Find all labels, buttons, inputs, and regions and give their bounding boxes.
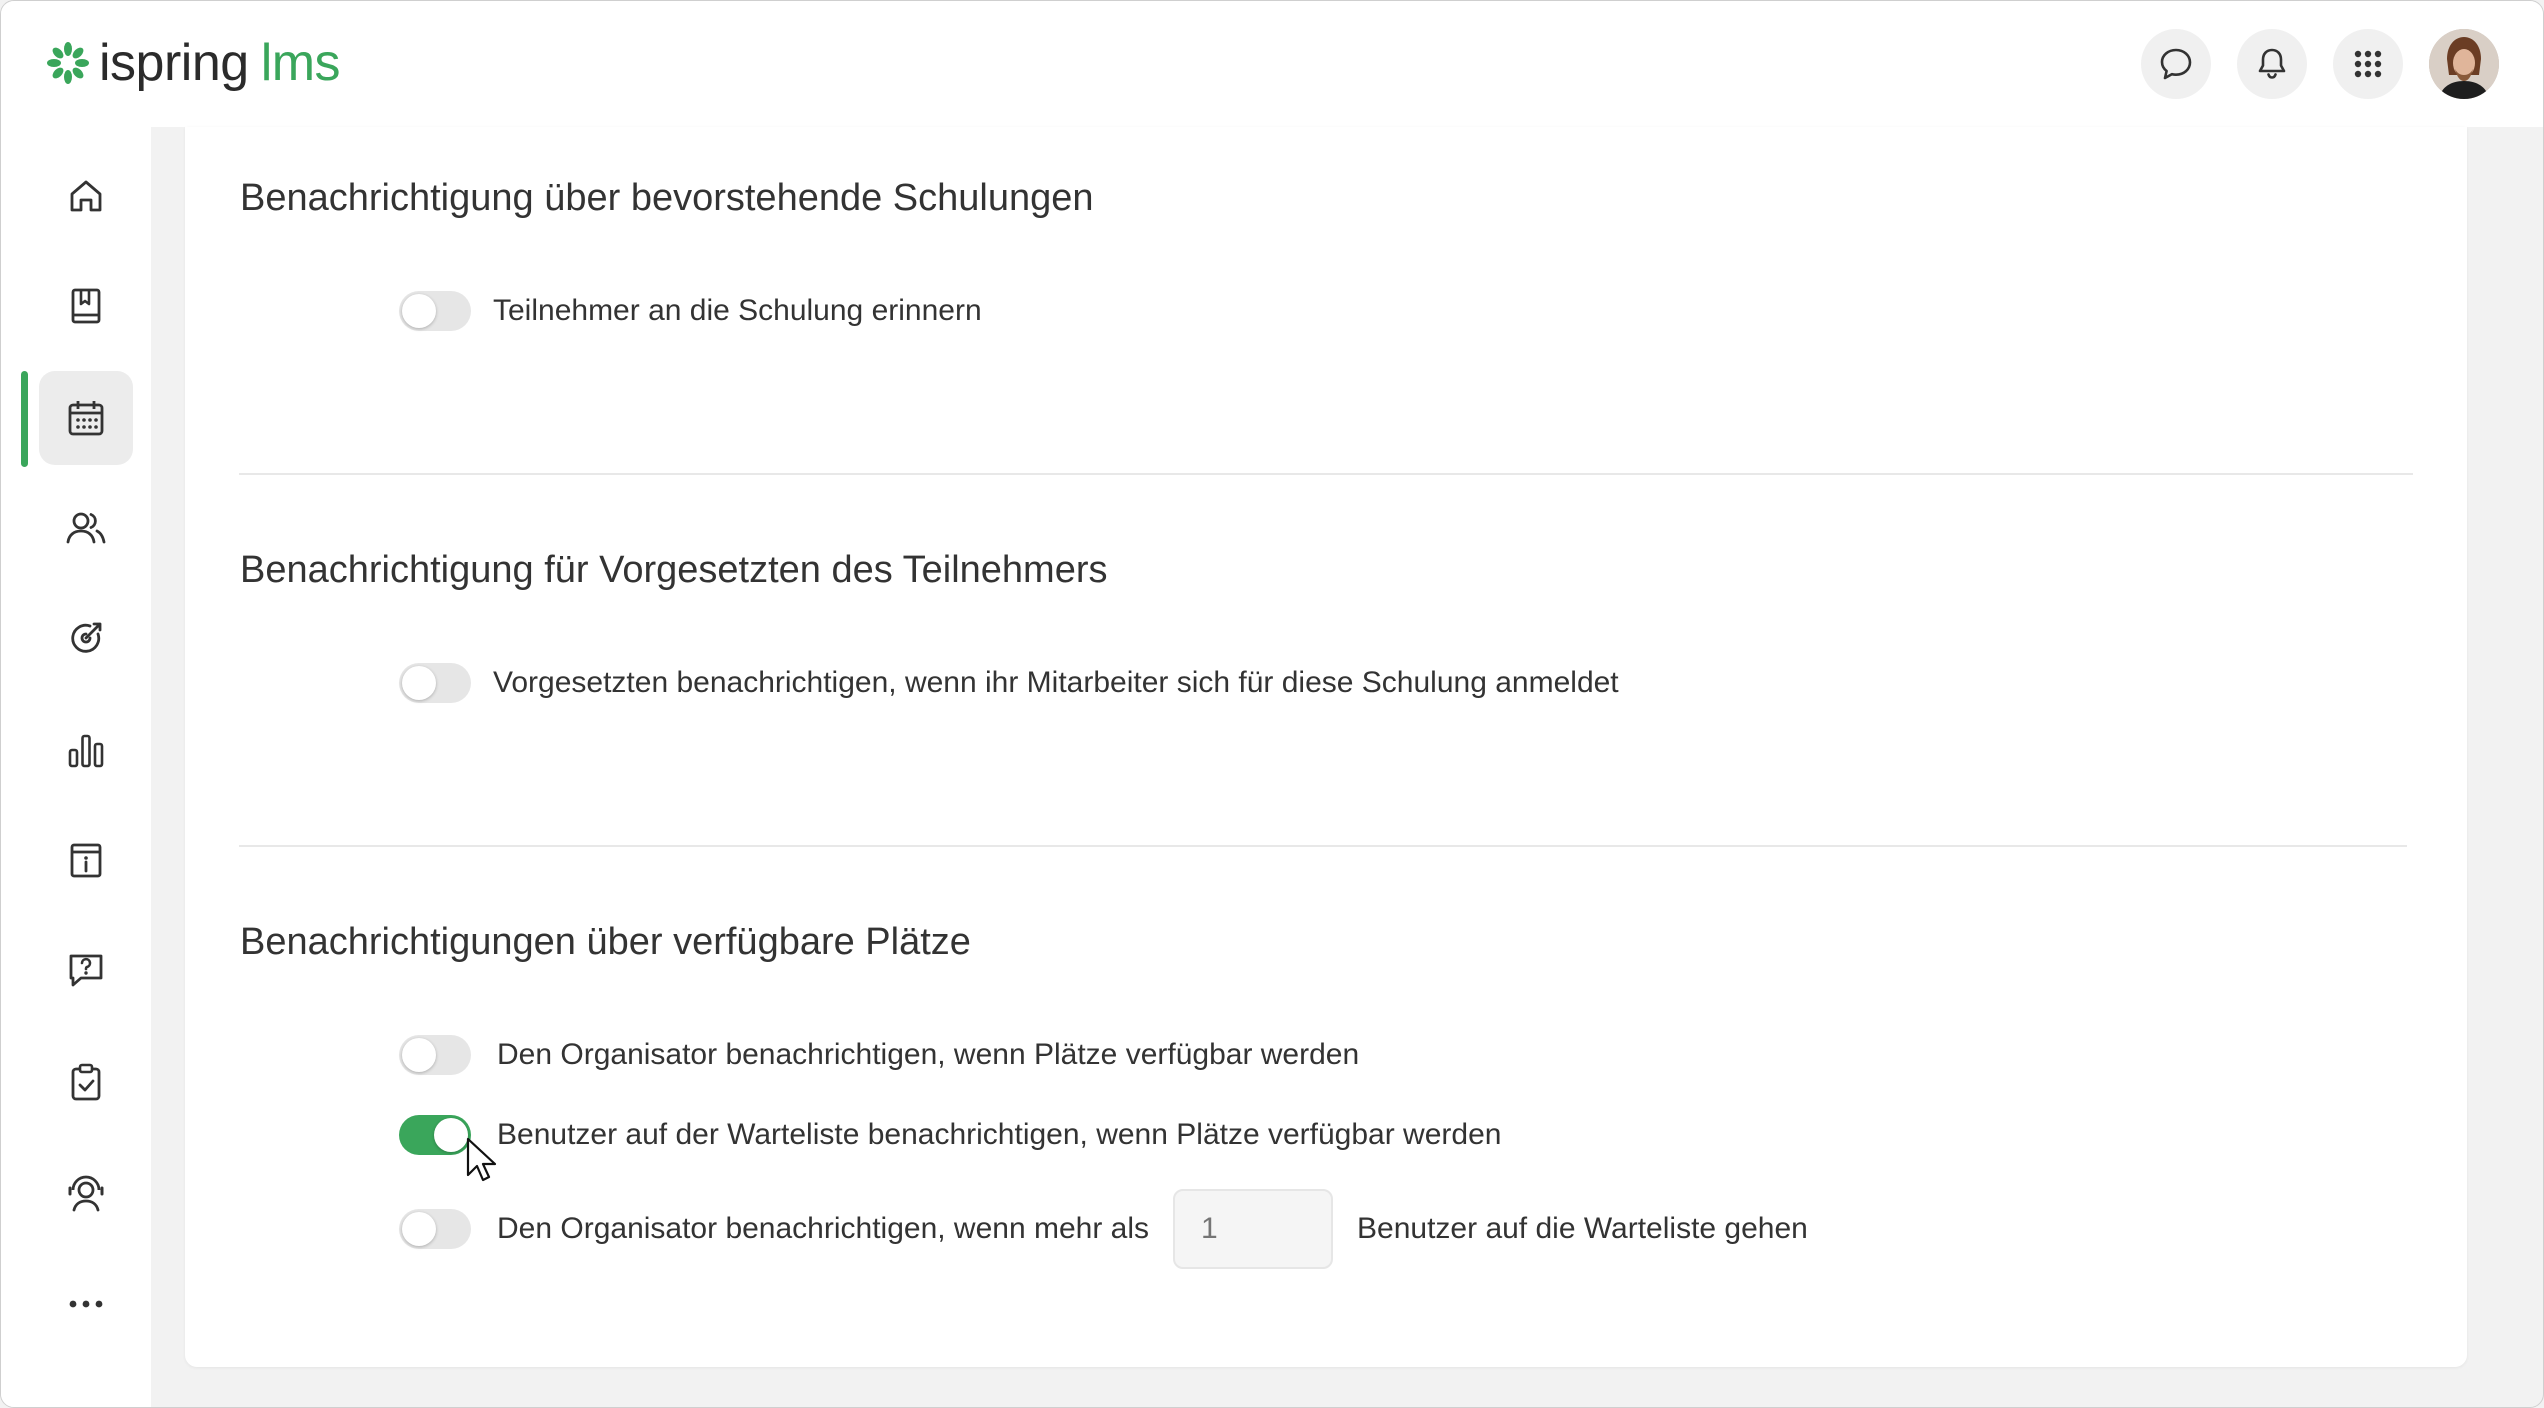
settings-card: Benachrichtigung über bevorstehende Schu… (185, 127, 2467, 1367)
avatar-image (2429, 29, 2499, 99)
top-header: ispring lms (1, 1, 2543, 127)
section-divider (239, 473, 2413, 475)
waitlist-threshold-input[interactable] (1173, 1189, 1334, 1269)
toggle-notify-organizer-waitlist[interactable] (399, 1209, 471, 1249)
ispring-logo[interactable]: ispring lms (45, 31, 341, 95)
home-icon (70, 180, 102, 212)
apps-grid-icon (2354, 50, 2382, 78)
sidebar (1, 127, 151, 1407)
toggle-knob (402, 1038, 436, 1072)
sidebar-item-home[interactable] (39, 149, 133, 243)
user-support-icon (68, 1175, 104, 1212)
more-icon (69, 1300, 103, 1308)
sidebar-item-support[interactable] (39, 1147, 133, 1241)
chat-bubble-icon (2160, 48, 2192, 80)
sidebar-item-courses[interactable] (39, 259, 133, 353)
sidebar-item-tasks[interactable] (39, 1035, 133, 1129)
apps-button[interactable] (2333, 29, 2403, 99)
bar-chart-icon (68, 734, 104, 768)
sidebar-item-more[interactable] (39, 1257, 133, 1351)
active-indicator (21, 371, 28, 467)
chat-button[interactable] (2141, 29, 2211, 99)
section-divider (239, 845, 2407, 847)
sidebar-item-reports[interactable] (39, 703, 133, 797)
logo-word-lms: lms (260, 34, 341, 92)
option-row-notify-organizer-waitlist: Den Organisator benachrichtigen, wenn me… (399, 1189, 1808, 1269)
toggle-notify-organizer-seats[interactable] (399, 1035, 471, 1075)
logo-word-ispring: ispring (99, 34, 249, 92)
bell-icon (2258, 48, 2286, 79)
mouse-cursor-icon (466, 1137, 497, 1182)
option-row-notify-waitlist: Benutzer auf der Warteliste benachrichti… (399, 1105, 1501, 1165)
notifications-button[interactable] (2237, 29, 2307, 99)
toggle-notify-manager[interactable] (399, 663, 471, 703)
option-label: Vorgesetzten benachrichtigen, wenn ihr M… (493, 666, 1619, 699)
users-icon (66, 512, 106, 544)
toggle-knob (402, 1212, 436, 1246)
section-title-manager-notification: Benachrichtigung für Vorgesetzten des Te… (240, 549, 1108, 591)
user-avatar[interactable] (2429, 29, 2499, 99)
target-icon (71, 622, 102, 653)
toggle-knob (434, 1118, 468, 1152)
ispring-flower-icon (47, 42, 89, 84)
option-row-remind-participants: Teilnehmer an die Schulung erinnern (399, 281, 982, 341)
question-chat-icon (69, 954, 103, 987)
sidebar-item-info[interactable] (39, 813, 133, 907)
toggle-knob (402, 666, 436, 700)
toggle-notify-waitlist[interactable] (399, 1115, 471, 1155)
sidebar-item-users[interactable] (39, 481, 133, 575)
book-icon (71, 288, 101, 324)
option-row-notify-manager: Vorgesetzten benachrichtigen, wenn ihr M… (399, 653, 1619, 713)
logo-text: ispring lms (99, 33, 341, 93)
toggle-remind-participants[interactable] (399, 291, 471, 331)
clipboard-check-icon (71, 1063, 101, 1101)
option-label: Teilnehmer an die Schulung erinnern (493, 294, 982, 327)
info-calendar-icon (70, 843, 102, 878)
sidebar-item-questions[interactable] (39, 923, 133, 1017)
toggle-knob (402, 294, 436, 328)
option-label-before: Den Organisator benachrichtigen, wenn me… (497, 1212, 1150, 1245)
app-window: ispring lms Benachrichtigung über bevors… (0, 0, 2544, 1408)
calendar-icon (68, 401, 104, 436)
sidebar-item-goals[interactable] (39, 591, 133, 685)
section-title-upcoming-trainings: Benachrichtigung über bevorstehende Schu… (240, 177, 1094, 219)
option-row-notify-organizer-seats: Den Organisator benachrichtigen, wenn Pl… (399, 1025, 1359, 1085)
sidebar-item-calendar[interactable] (39, 371, 133, 465)
section-title-available-seats: Benachrichtigungen über verfügbare Plätz… (240, 921, 971, 963)
option-label: Benutzer auf der Warteliste benachrichti… (497, 1118, 1502, 1151)
option-label-after: Benutzer auf die Warteliste gehen (1357, 1212, 1808, 1245)
option-label: Den Organisator benachrichtigen, wenn Pl… (497, 1038, 1360, 1071)
